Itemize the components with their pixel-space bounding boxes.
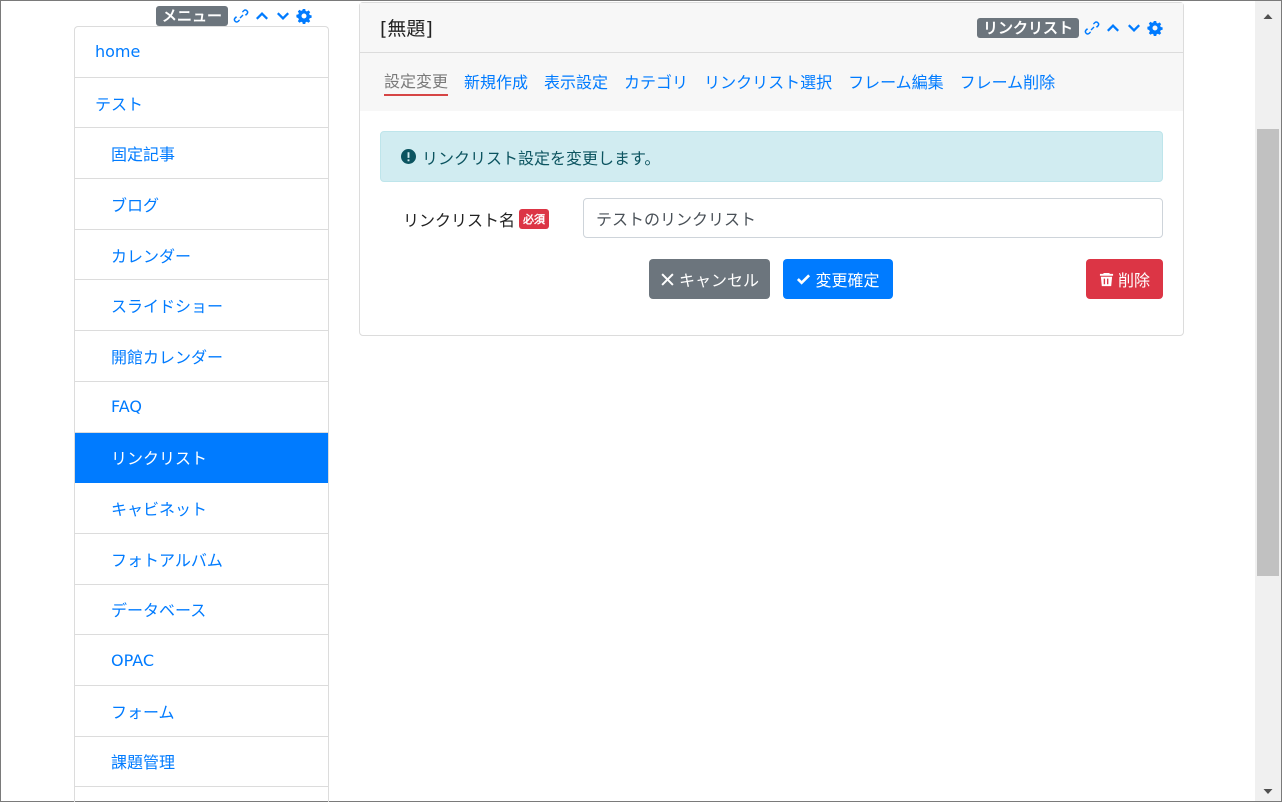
gear-icon[interactable] xyxy=(1146,19,1163,36)
vertical-scrollbar[interactable] xyxy=(1255,1,1281,801)
alert-text: リンクリスト設定を変更します。 xyxy=(422,148,661,168)
linklist-name-input[interactable] xyxy=(583,198,1163,238)
frame-title: [無題] xyxy=(380,18,433,40)
info-alert: リンクリスト設定を変更します。 xyxy=(380,131,1163,182)
menu-frame-badge: メニュー xyxy=(156,6,229,26)
chevron-up-icon[interactable] xyxy=(253,8,270,25)
tab-settings[interactable]: 設定変更 xyxy=(384,68,449,96)
confirm-button-label: 変更確定 xyxy=(815,271,880,290)
cancel-button[interactable]: キャンセル xyxy=(649,259,770,299)
tab-frame-delete[interactable]: フレーム削除 xyxy=(960,69,1056,95)
link-icon[interactable] xyxy=(232,8,249,25)
menu-item-task-management[interactable]: 課題管理 xyxy=(75,737,328,788)
chevron-down-icon[interactable] xyxy=(274,8,291,25)
menu-item-faq[interactable]: FAQ xyxy=(75,382,328,433)
frame-header: [無題] リンクリスト xyxy=(360,3,1183,53)
scrollbar-thumb[interactable] xyxy=(1257,129,1279,576)
tab-linklist-select[interactable]: リンクリスト選択 xyxy=(704,69,832,95)
frame-controls: リンクリスト xyxy=(976,17,1163,38)
menu-item-database[interactable]: データベース xyxy=(75,585,328,636)
menu-list: home テスト 固定記事 ブログ カレンダー スライドショー 開館カレンダー … xyxy=(74,26,329,802)
menu-item-opening-calendar[interactable]: 開館カレンダー xyxy=(75,331,328,382)
cancel-button-label: キャンセル xyxy=(678,271,759,290)
tab-new[interactable]: 新規作成 xyxy=(464,69,528,95)
tab-display-settings[interactable]: 表示設定 xyxy=(544,69,608,95)
menu-item-blog[interactable]: ブログ xyxy=(75,179,328,230)
check-icon xyxy=(797,273,811,285)
menu-item-calendar[interactable]: カレンダー xyxy=(75,230,328,281)
frame-plugin-badge: リンクリスト xyxy=(976,17,1079,38)
tab-frame-edit[interactable]: フレーム編集 xyxy=(848,69,944,95)
close-icon xyxy=(661,272,674,286)
tab-category[interactable]: カテゴリ xyxy=(624,69,688,95)
menu-item-test[interactable]: テスト xyxy=(75,78,328,129)
menu-item-home[interactable]: home xyxy=(75,27,328,78)
link-icon[interactable] xyxy=(1083,19,1100,36)
trash-icon xyxy=(1099,272,1114,286)
menu-item-linklist[interactable]: リンクリスト xyxy=(75,432,328,484)
confirm-button[interactable]: 変更確定 xyxy=(783,259,893,299)
scroll-down-arrow-icon[interactable] xyxy=(1263,781,1273,794)
chevron-down-icon[interactable] xyxy=(1125,19,1142,36)
linklist-name-label: リンクリスト名 必須 xyxy=(403,207,550,231)
menu-item-form[interactable]: フォーム xyxy=(75,686,328,737)
delete-button-label: 削除 xyxy=(1117,271,1150,290)
menu-item-cabinet[interactable]: キャビネット xyxy=(75,483,328,534)
menu-item-slideshow[interactable]: スライドショー xyxy=(75,280,328,332)
field-label-text: リンクリスト名 xyxy=(403,211,516,230)
exclamation-circle-icon xyxy=(401,149,416,164)
chevron-up-icon[interactable] xyxy=(1104,19,1121,36)
scroll-up-arrow-icon[interactable] xyxy=(1263,7,1273,19)
frame-tabs: 設定変更 新規作成 表示設定 カテゴリ リンクリスト選択 フレーム編集 フレーム… xyxy=(360,53,1183,111)
menu-item-fixed-article[interactable]: 固定記事 xyxy=(75,128,328,180)
menu-item-opac[interactable]: OPAC xyxy=(75,635,328,686)
menu-frame-header: メニュー xyxy=(156,5,312,27)
delete-button[interactable]: 削除 xyxy=(1086,259,1163,299)
required-badge: 必須 xyxy=(519,209,550,229)
gear-icon[interactable] xyxy=(295,8,312,25)
linklist-frame: [無題] リンクリスト 設定変更 新規作成 表示設定 カテゴリ リンクリスト選択… xyxy=(359,2,1184,336)
menu-item-photo-album[interactable]: フォトアルバム xyxy=(75,534,328,585)
